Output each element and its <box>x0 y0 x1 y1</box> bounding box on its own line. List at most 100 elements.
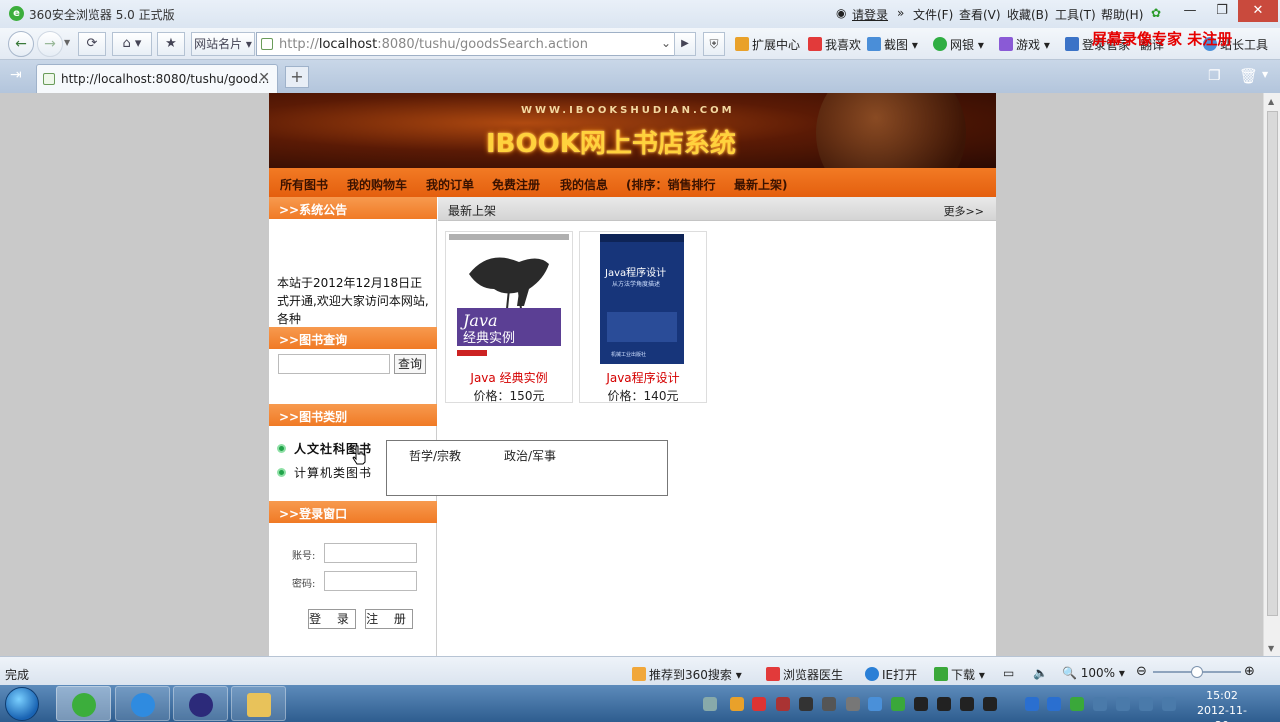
more-link[interactable]: 更多>> <box>944 203 984 219</box>
tray-volume-icon[interactable] <box>1139 697 1153 711</box>
skin-icon[interactable]: ✿ <box>1151 6 1161 20</box>
book-title[interactable]: Java程序设计 <box>580 369 706 386</box>
toolbar-screenshot[interactable]: 截图 ▾ <box>867 36 918 53</box>
tray-network-icon[interactable] <box>1162 697 1176 711</box>
toolbar-games[interactable]: 游戏 ▾ <box>999 36 1050 53</box>
address-dropdown-icon[interactable]: ⌄ <box>661 36 671 50</box>
site-card-button[interactable]: 网站名片 ▾ <box>191 32 255 56</box>
search-button[interactable]: 查询 <box>394 354 426 374</box>
menu-tools[interactable]: 工具(T) <box>1055 6 1096 23</box>
restore-tabs-icon[interactable]: ❐ <box>1208 68 1221 84</box>
restore-button[interactable]: ❐ <box>1206 0 1238 22</box>
bookstore-site: WWW.IBOOKSHUDIAN.COM IBOOK网上书店系统 所有图书 我的… <box>269 93 996 656</box>
toolbar-extensions[interactable]: 扩展中心 <box>735 36 800 53</box>
taskbar-eclipse[interactable] <box>173 686 228 721</box>
zoom-slider-knob[interactable] <box>1191 666 1203 678</box>
login-link[interactable]: 请登录 <box>852 6 888 23</box>
window-mode-icon[interactable]: ▭ <box>1003 666 1014 680</box>
back-button[interactable]: ← <box>8 31 34 57</box>
go-button[interactable]: ▶ <box>674 32 696 56</box>
tray-flag-icon[interactable] <box>1093 697 1107 711</box>
tray-app-icon[interactable] <box>752 697 766 711</box>
minimize-button[interactable]: — <box>1174 0 1206 22</box>
zoom-in-button[interactable]: ⊕ <box>1244 664 1255 679</box>
start-button[interactable] <box>5 687 39 721</box>
toolbar-banking[interactable]: 网银 ▾ <box>933 36 984 53</box>
refresh-button[interactable]: ⟳ <box>78 32 106 56</box>
taskbar-ie[interactable] <box>115 686 170 721</box>
tray-device-icon[interactable] <box>1116 697 1130 711</box>
shield-icon[interactable]: ⛨ <box>703 32 725 56</box>
subcategory-philosophy[interactable]: 哲学/宗教 <box>409 447 461 464</box>
title-bar: e 360安全浏览器 5.0 正式版 ◉ 请登录 » 文件(F) 查看(V) 收… <box>0 0 1280 28</box>
book-cover-java-cookbook[interactable]: Java 经典实例 <box>449 234 569 364</box>
tray-app-icon[interactable] <box>846 697 860 711</box>
tray-app-icon[interactable] <box>891 697 905 711</box>
taskbar-explorer[interactable] <box>231 686 286 721</box>
nav-my-info[interactable]: 我的信息 <box>560 176 608 193</box>
download-button[interactable]: 下载 ▾ <box>934 666 985 683</box>
home-button[interactable]: ⌂ ▾ <box>112 32 152 56</box>
recommend-360-search[interactable]: 推荐到360搜索 ▾ <box>632 666 742 683</box>
tray-keyboard-icon[interactable] <box>703 697 717 711</box>
tab-current[interactable]: http://localhost:8080/tushu/good... ✕ <box>36 64 278 93</box>
category-computer[interactable]: 计算机类图书 <box>277 464 372 481</box>
toolbar-like[interactable]: 我喜欢 <box>808 36 861 53</box>
browser-doctor[interactable]: 浏览器医生 <box>766 666 843 683</box>
tray-qq-icon[interactable] <box>937 697 951 711</box>
vertical-scrollbar[interactable]: ▲ ▼ <box>1263 93 1280 656</box>
tray-app-icon[interactable] <box>868 697 882 711</box>
book-card[interactable]: Java 经典实例 Java 经典实例 价格：150元 <box>445 231 573 403</box>
zoom-control[interactable]: 🔍 100% ▾ <box>1062 666 1125 680</box>
scroll-down-icon[interactable]: ▼ <box>1268 644 1274 653</box>
nav-register[interactable]: 免费注册 <box>492 176 540 193</box>
scroll-up-icon[interactable]: ▲ <box>1268 97 1274 106</box>
tray-qq-icon[interactable] <box>983 697 997 711</box>
favorite-star-button[interactable]: ★ <box>157 32 185 56</box>
account-input[interactable] <box>324 543 417 563</box>
tray-security-icon[interactable] <box>1025 697 1039 711</box>
menu-help[interactable]: 帮助(H) <box>1101 6 1143 23</box>
volume-icon[interactable]: 🔈 <box>1033 666 1048 680</box>
tray-shield-icon[interactable] <box>1047 697 1061 711</box>
tab-close-icon[interactable]: ✕ <box>258 70 270 86</box>
menu-favorites[interactable]: 收藏(B) <box>1007 6 1049 23</box>
password-input[interactable] <box>324 571 417 591</box>
zoom-slider[interactable] <box>1153 666 1241 678</box>
nav-all-books[interactable]: 所有图书 <box>280 176 328 193</box>
tray-360-icon[interactable] <box>1070 697 1084 711</box>
forward-button[interactable]: → <box>37 31 63 57</box>
register-button[interactable]: 注 册 <box>365 609 413 629</box>
close-button[interactable]: ✕ <box>1238 0 1278 22</box>
tray-app-icon[interactable] <box>822 697 836 711</box>
book-title[interactable]: Java 经典实例 <box>446 369 572 386</box>
book-cover-java-programming[interactable]: Java程序设计 从方法学角度描述 机械工业出版社 <box>583 234 703 364</box>
tray-app-icon[interactable] <box>776 697 790 711</box>
book-card[interactable]: Java程序设计 从方法学角度描述 机械工业出版社 Java程序设计 价格：14… <box>579 231 707 403</box>
trash-dropdown-icon[interactable]: ▼ <box>1262 70 1268 79</box>
menu-expand-icon[interactable]: » <box>897 6 904 20</box>
system-clock[interactable]: 15:02 2012-11-20 <box>1192 688 1252 722</box>
sidebar-toggle-icon[interactable]: ⇥ <box>10 67 22 83</box>
menu-file[interactable]: 文件(F) <box>913 6 953 23</box>
zoom-out-button[interactable]: ⊖ <box>1136 664 1147 679</box>
subcategory-politics[interactable]: 政治/军事 <box>504 447 556 464</box>
book-search-input[interactable] <box>278 354 390 374</box>
open-in-ie[interactable]: IE打开 <box>865 666 917 683</box>
nav-sales-rank[interactable]: (排序：销售排行 <box>626 176 716 193</box>
history-dropdown-icon[interactable]: ▼ <box>64 38 70 47</box>
nav-newest[interactable]: 最新上架) <box>734 176 788 193</box>
taskbar-360-browser[interactable] <box>56 686 111 721</box>
nav-orders[interactable]: 我的订单 <box>426 176 474 193</box>
login-button[interactable]: 登 录 <box>308 609 356 629</box>
trash-icon[interactable]: 🗑 <box>1239 67 1258 85</box>
scrollbar-thumb[interactable] <box>1267 111 1278 616</box>
nav-cart[interactable]: 我的购物车 <box>347 176 407 193</box>
tray-qq-icon[interactable] <box>914 697 928 711</box>
new-tab-button[interactable]: + <box>285 66 309 88</box>
menu-view[interactable]: 查看(V) <box>959 6 1001 23</box>
tray-app-icon[interactable] <box>799 697 813 711</box>
tray-qq-icon[interactable] <box>960 697 974 711</box>
address-bar[interactable]: http://localhost:8080/tushu/goodsSearch.… <box>256 32 694 56</box>
tray-app-icon[interactable] <box>730 697 744 711</box>
